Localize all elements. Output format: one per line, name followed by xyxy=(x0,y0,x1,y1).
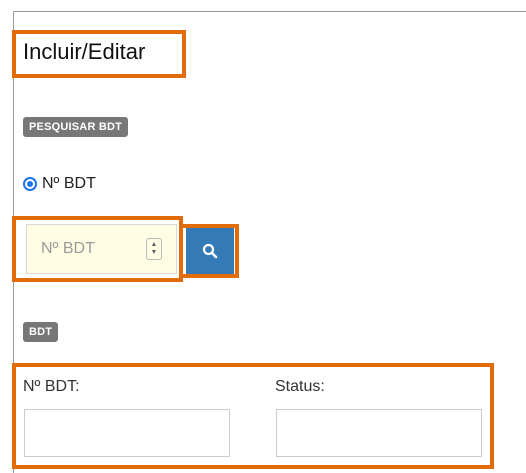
highlight-search-input xyxy=(12,216,183,282)
highlight-bdt-fields xyxy=(12,363,494,469)
highlight-search-button xyxy=(179,224,239,278)
highlight-title xyxy=(12,30,186,78)
radio-option-numero-bdt[interactable]: Nº BDT xyxy=(23,173,96,195)
radio-selected-icon[interactable] xyxy=(23,177,37,191)
section-badge-bdt: BDT xyxy=(23,322,59,342)
section-badge-pesquisar: PESQUISAR BDT xyxy=(23,117,129,137)
radio-label: Nº BDT xyxy=(42,175,96,192)
